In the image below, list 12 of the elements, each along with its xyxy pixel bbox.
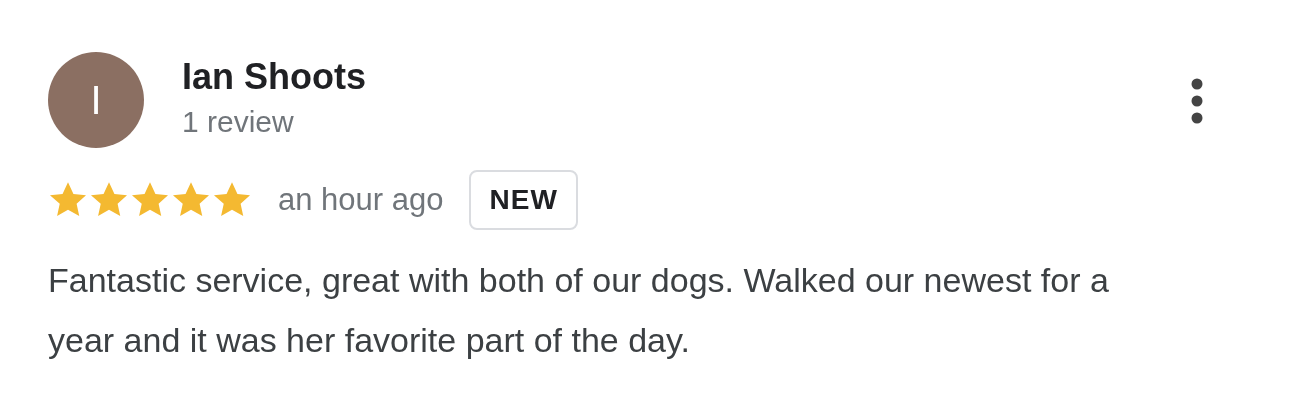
star-icon	[171, 181, 211, 219]
star-icon	[89, 181, 129, 219]
star-icon	[212, 181, 252, 219]
author-name: Ian Shoots	[182, 56, 367, 98]
avatar: I	[48, 52, 144, 148]
review-time: an hour ago	[278, 182, 444, 218]
new-badge: NEW	[469, 170, 578, 230]
review-text: Fantastic service, great with both of our dogs. Walked our newest for a year and it was her favorite part of the day.	[48, 260, 1110, 361]
more-options-icon[interactable]	[1190, 78, 1204, 124]
star-icon	[130, 181, 170, 219]
review-count: 1 review	[182, 104, 295, 140]
star-icon	[48, 181, 88, 219]
